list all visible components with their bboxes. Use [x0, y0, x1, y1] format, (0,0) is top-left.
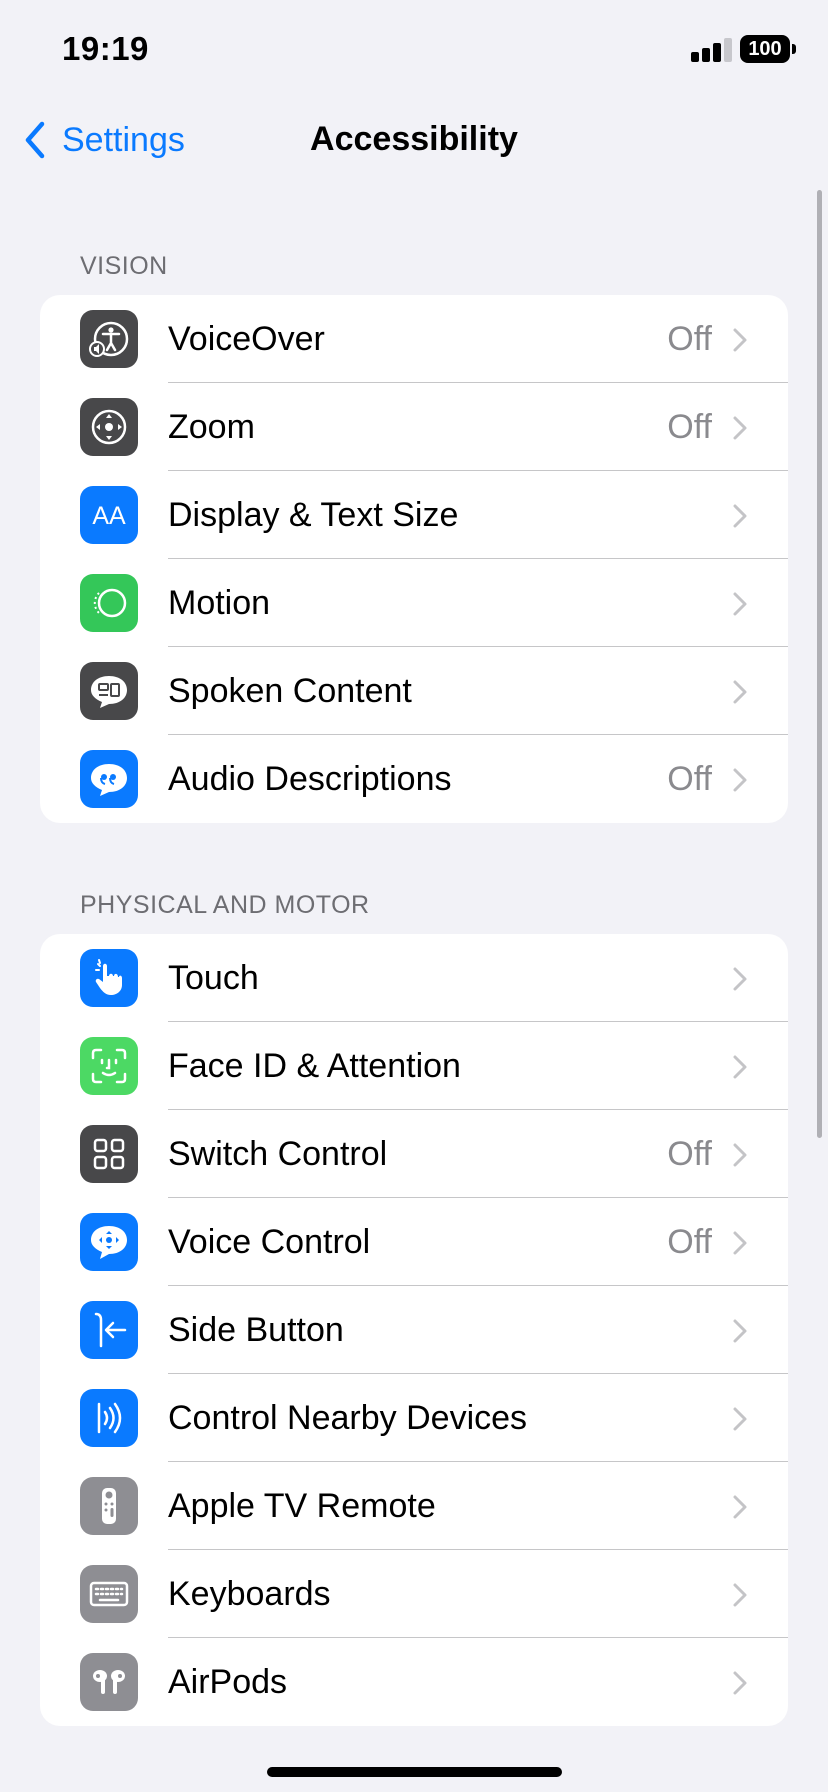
- row-label: Side Button: [168, 1310, 344, 1349]
- row-label: Control Nearby Devices: [168, 1398, 528, 1437]
- chevron-right-icon: [733, 1495, 747, 1519]
- row-value: Off: [667, 759, 712, 798]
- row-value: Off: [667, 1222, 712, 1261]
- settings-row-airpods[interactable]: AirPods: [40, 1638, 788, 1726]
- row-value: Off: [667, 1134, 712, 1173]
- settings-row-switch-control[interactable]: Switch Control Off: [40, 1110, 788, 1198]
- keyboard-icon: [80, 1565, 138, 1623]
- navigation-bar: Settings Accessibility: [0, 100, 828, 180]
- settings-row-control-nearby-devices[interactable]: Control Nearby Devices: [40, 1374, 788, 1462]
- chevron-right-icon: [733, 1319, 747, 1343]
- status-time: 19:19: [62, 30, 149, 67]
- settings-row-side-button[interactable]: Side Button: [40, 1286, 788, 1374]
- settings-row-audio-descriptions[interactable]: Audio Descriptions Off: [40, 735, 788, 823]
- voice-control-icon: [80, 1213, 138, 1271]
- touch-hand-icon: [80, 949, 138, 1007]
- motion-icon: [80, 574, 138, 632]
- row-value: Off: [667, 319, 712, 358]
- chevron-right-icon: [733, 768, 747, 792]
- settings-row-voice-control[interactable]: Voice Control Off: [40, 1198, 788, 1286]
- section-header-vision: VISION: [80, 252, 168, 280]
- row-label: Spoken Content: [168, 671, 412, 710]
- chevron-right-icon: [733, 1143, 747, 1167]
- row-label: Voice Control: [168, 1222, 371, 1261]
- settings-row-apple-tv-remote[interactable]: Apple TV Remote: [40, 1462, 788, 1550]
- zoom-icon: [80, 398, 138, 456]
- settings-row-voiceover[interactable]: VoiceOver Off: [40, 295, 788, 383]
- chevron-right-icon: [733, 967, 747, 991]
- row-label: Motion: [168, 583, 271, 622]
- chevron-right-icon: [733, 504, 747, 528]
- spoken-content-icon: [80, 662, 138, 720]
- battery-icon: 100: [740, 35, 790, 63]
- chevron-right-icon: [733, 1055, 747, 1079]
- cellular-signal-icon: [691, 38, 733, 62]
- svg-text:AA: AA: [92, 502, 126, 530]
- row-label: Zoom: [168, 407, 255, 446]
- settings-row-zoom[interactable]: Zoom Off: [40, 383, 788, 471]
- settings-row-motion[interactable]: Motion: [40, 559, 788, 647]
- chevron-right-icon: [733, 416, 747, 440]
- chevron-right-icon: [733, 680, 747, 704]
- row-label: Audio Descriptions: [168, 759, 452, 798]
- settings-row-face-id-attention[interactable]: Face ID & Attention: [40, 1022, 788, 1110]
- chevron-right-icon: [733, 328, 747, 352]
- row-label: Face ID & Attention: [168, 1046, 461, 1085]
- settings-group-vision: VoiceOver Off Zoom Off AA Display & Text…: [40, 295, 788, 823]
- row-label: Switch Control: [168, 1134, 388, 1173]
- row-label: VoiceOver: [168, 319, 325, 358]
- home-indicator[interactable]: [267, 1767, 562, 1777]
- chevron-right-icon: [733, 1671, 747, 1695]
- row-label: Apple TV Remote: [168, 1486, 436, 1525]
- chevron-right-icon: [733, 1231, 747, 1255]
- audio-descriptions-icon: [80, 750, 138, 808]
- voiceover-icon: [80, 310, 138, 368]
- status-bar: 19:19 100: [0, 0, 828, 100]
- battery-tip: [792, 44, 796, 54]
- settings-row-spoken-content[interactable]: Spoken Content: [40, 647, 788, 735]
- switch-control-icon: [80, 1125, 138, 1183]
- airpods-icon: [80, 1653, 138, 1711]
- row-label: AirPods: [168, 1662, 288, 1701]
- text-size-icon: AA: [80, 486, 138, 544]
- row-value: Off: [667, 407, 712, 446]
- face-id-icon: [80, 1037, 138, 1095]
- section-header-physical-motor: PHYSICAL AND MOTOR: [80, 891, 370, 919]
- page-title: Accessibility: [310, 120, 518, 158]
- settings-row-keyboards[interactable]: Keyboards: [40, 1550, 788, 1638]
- side-button-icon: [80, 1301, 138, 1359]
- chevron-right-icon: [733, 1583, 747, 1607]
- settings-row-display-text-size[interactable]: AA Display & Text Size: [40, 471, 788, 559]
- chevron-right-icon: [733, 592, 747, 616]
- settings-group-physical-motor: Touch Face ID & Attention Switch Control…: [40, 934, 788, 1726]
- nearby-devices-icon: [80, 1389, 138, 1447]
- row-label: Touch: [168, 958, 259, 997]
- settings-row-touch[interactable]: Touch: [40, 934, 788, 1022]
- row-label: Keyboards: [168, 1574, 331, 1613]
- scrollbar[interactable]: [817, 190, 822, 1138]
- row-label: Display & Text Size: [168, 495, 459, 534]
- chevron-right-icon: [733, 1407, 747, 1431]
- tv-remote-icon: [80, 1477, 138, 1535]
